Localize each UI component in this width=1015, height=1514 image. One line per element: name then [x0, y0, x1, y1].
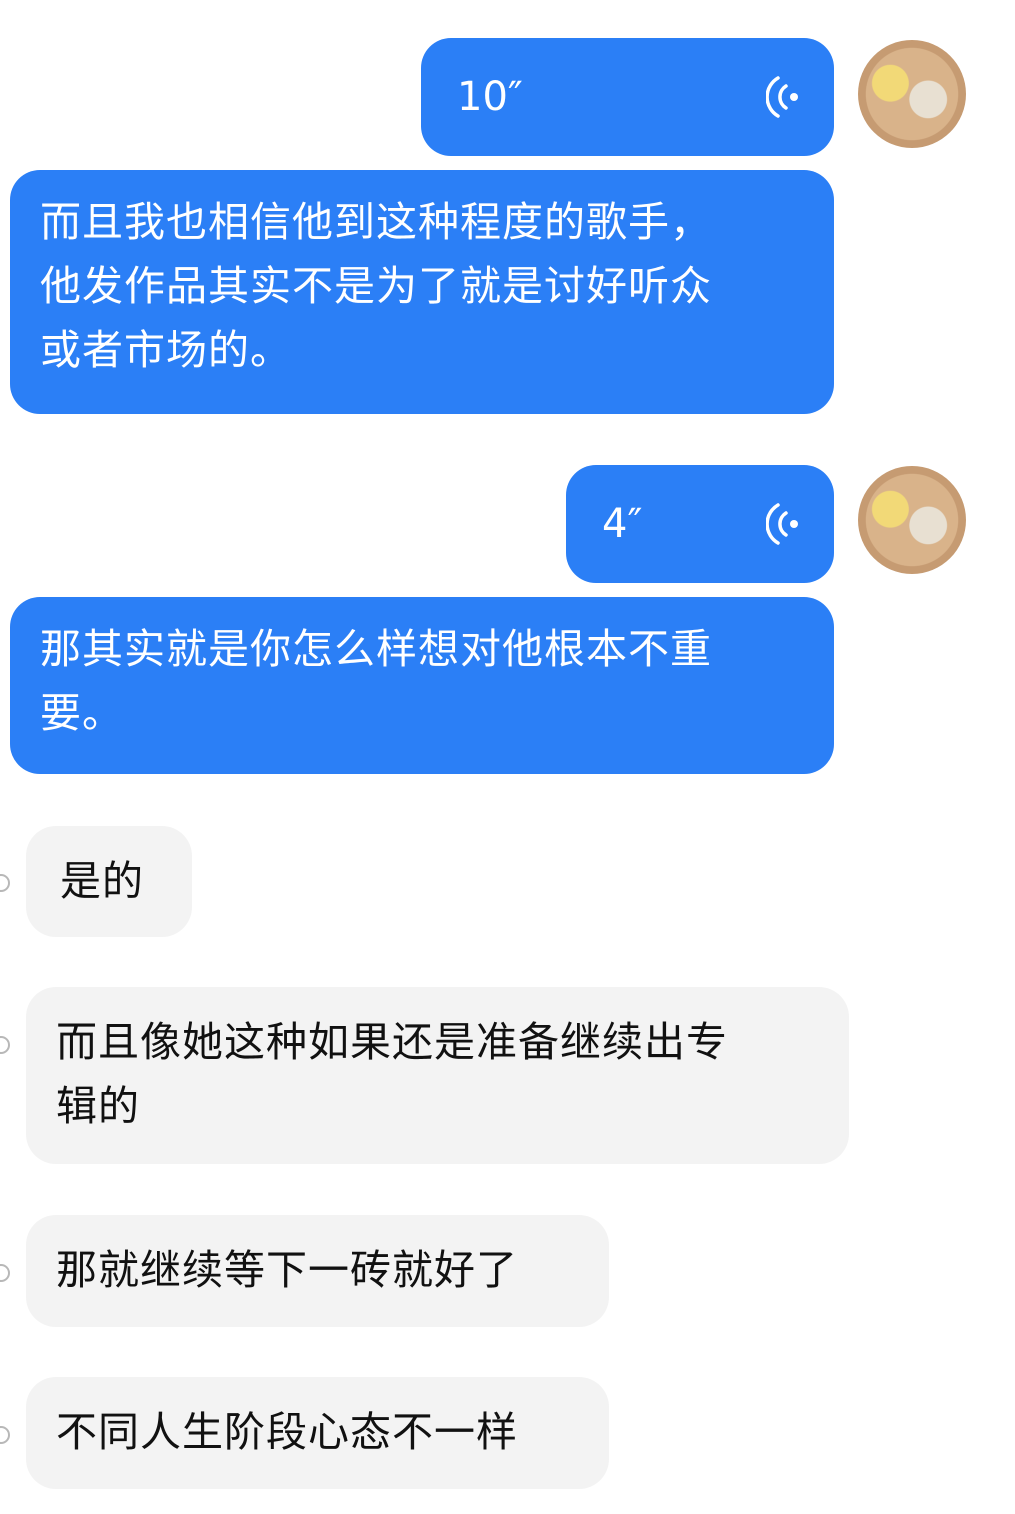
message-bubble-2: 那其实就是你怎么样想对他根本不重 要。 — [10, 597, 834, 774]
sound-wave-icon — [766, 503, 798, 545]
message-line: 不同人生阶段心态不一样 — [56, 1408, 518, 1456]
avatar-edge — [0, 1426, 10, 1444]
voice-duration: 10″ — [457, 74, 523, 120]
voice-message-1[interactable]: 10″ — [421, 38, 834, 156]
message-bubble-1: 而且我也相信他到这种程度的歌手， 他发作品其实不是为了就是讨好听众 或者市场的。 — [10, 170, 834, 414]
message-line: 辑的 — [56, 1082, 140, 1130]
avatar-edge — [0, 874, 10, 892]
message-line: 那就继续等下一砖就好了 — [56, 1246, 518, 1294]
message-line: 而且我也相信他到这种程度的歌手， — [40, 198, 712, 246]
message-line: 而且像她这种如果还是准备继续出专 — [56, 1018, 728, 1066]
reply-bubble-3: 那就继续等下一砖就好了 — [26, 1215, 609, 1327]
message-line: 要。 — [40, 689, 124, 737]
reply-bubble-1: 是的 — [26, 826, 192, 937]
reply-bubble-2: 而且像她这种如果还是准备继续出专 辑的 — [26, 987, 849, 1164]
message-line: 是的 — [60, 857, 144, 905]
sound-wave-icon — [766, 76, 798, 118]
message-line: 或者市场的。 — [40, 326, 292, 374]
avatar[interactable] — [858, 40, 966, 148]
avatar[interactable] — [858, 466, 966, 574]
voice-duration: 4″ — [602, 501, 643, 547]
avatar-edge — [0, 1036, 10, 1054]
reply-bubble-4: 不同人生阶段心态不一样 — [26, 1377, 609, 1489]
message-line: 他发作品其实不是为了就是讨好听众 — [40, 262, 712, 310]
message-line: 那其实就是你怎么样想对他根本不重 — [40, 625, 712, 673]
voice-message-2[interactable]: 4″ — [566, 465, 834, 583]
avatar-edge — [0, 1264, 10, 1282]
